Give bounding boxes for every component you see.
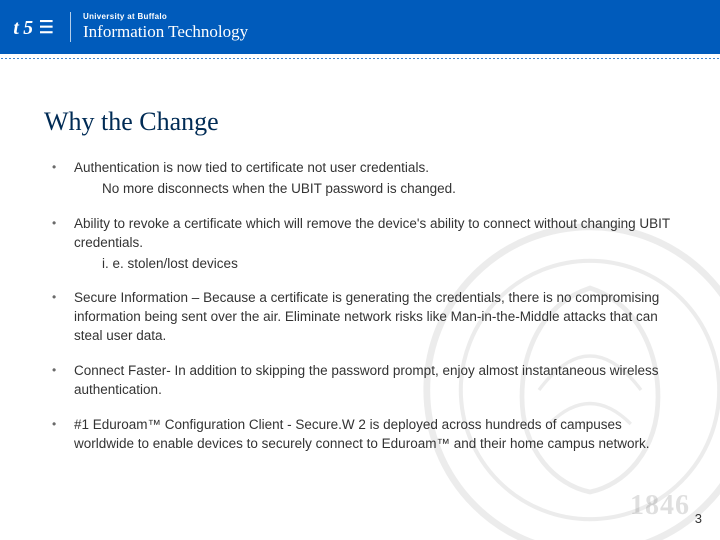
header-divider bbox=[70, 12, 71, 42]
seal-year: 1846 bbox=[630, 490, 690, 522]
list-item: Connect Faster- In addition to skipping … bbox=[44, 362, 676, 400]
page-number: 3 bbox=[695, 511, 702, 526]
bullet-text: Ability to revoke a certificate which wi… bbox=[74, 216, 670, 250]
slide-title: Why the Change bbox=[44, 107, 676, 137]
svg-text:t: t bbox=[13, 18, 19, 39]
university-name: University at Buffalo bbox=[83, 13, 248, 21]
bullet-text: Secure Information – Because a certifica… bbox=[74, 290, 659, 343]
list-item: Authentication is now tied to certificat… bbox=[44, 159, 676, 199]
svg-text:5: 5 bbox=[23, 18, 33, 39]
bullet-subtext: No more disconnects when the UBIT passwo… bbox=[74, 180, 676, 199]
brand-header: t 5 University at Buffalo Information Te… bbox=[0, 0, 720, 54]
list-item: Ability to revoke a certificate which wi… bbox=[44, 215, 676, 274]
bullet-text: #1 Eduroam™ Configuration Client - Secur… bbox=[74, 417, 650, 451]
ub-logo-icon: t 5 bbox=[10, 13, 56, 41]
bullet-subtext: i. e. stolen/lost devices bbox=[74, 255, 676, 274]
list-item: #1 Eduroam™ Configuration Client - Secur… bbox=[44, 416, 676, 454]
list-item: Secure Information – Because a certifica… bbox=[44, 289, 676, 346]
slide-body: Why the Change Authentication is now tie… bbox=[0, 59, 720, 454]
bullet-list: Authentication is now tied to certificat… bbox=[44, 159, 676, 454]
department-name: Information Technology bbox=[83, 23, 248, 41]
slide: 1846 t 5 University at Buffalo Informati… bbox=[0, 0, 720, 540]
bullet-text: Authentication is now tied to certificat… bbox=[74, 160, 429, 175]
bullet-text: Connect Faster- In addition to skipping … bbox=[74, 363, 659, 397]
header-text: University at Buffalo Information Techno… bbox=[83, 13, 248, 40]
